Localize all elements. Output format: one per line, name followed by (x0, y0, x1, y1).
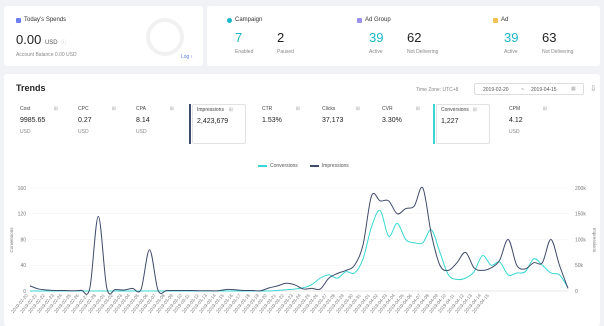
metric-tile-cpc[interactable]: CPC ⊞ 0.27 USD (74, 104, 128, 144)
metric-unit: USD (136, 129, 147, 135)
wallet-icon (16, 17, 21, 23)
info-icon[interactable]: ⊞ (416, 106, 420, 112)
metric-value: 1,227 (441, 118, 459, 125)
info-icon[interactable]: ⊞ (543, 106, 547, 112)
info-icon[interactable]: ⊞ (229, 107, 233, 113)
metric-label: Clicks (322, 106, 336, 112)
trends-title: Trends (16, 83, 46, 93)
legend-conversions[interactable]: Conversions (258, 163, 298, 169)
start-date[interactable]: 2019-02-20 (483, 87, 509, 93)
ad-icon (493, 17, 498, 23)
spends-value: 0.00 USD ⓘ (16, 32, 67, 47)
info-icon[interactable]: ⊞ (473, 107, 477, 113)
download-icon[interactable]: ⇩ (590, 84, 597, 93)
adgroup-icon (357, 17, 362, 23)
campaign-paused-count[interactable]: 2 (277, 30, 284, 45)
ad-active-count[interactable]: 39 (504, 30, 518, 45)
metric-tile-cvr[interactable]: CVR ⊞ 3.30% (378, 104, 432, 144)
metric-label: CVR (382, 106, 393, 112)
metric-value: 9985.65 (20, 117, 46, 124)
metric-value: 4.12 (509, 117, 523, 124)
end-date[interactable]: 2019-04-15 (531, 87, 557, 93)
adgroup-notdelivering-count[interactable]: 62 (407, 30, 421, 45)
campaign-title: Campaign (227, 17, 262, 23)
range-separator: ~ (521, 87, 524, 93)
metric-label: CPA (136, 106, 146, 112)
timezone-label: Time Zone: UTC+8 (416, 87, 459, 93)
metric-label: Impressions (197, 107, 224, 113)
info-icon[interactable]: ⊞ (112, 106, 116, 112)
ad-active-label: Active (504, 49, 518, 55)
legend-conversions-swatch (258, 165, 267, 167)
metric-label: Cost (20, 106, 31, 112)
spend-ring-icon (146, 18, 184, 56)
info-icon[interactable]: ⊞ (170, 106, 174, 112)
metric-label: CPC (78, 106, 89, 112)
account-balance: Account Balance 0.00 USD (16, 52, 77, 58)
metric-tile-impressions[interactable]: Impressions ⊞ 2,423,679 (192, 104, 246, 144)
ad-notdelivering-label: Not Delivering (542, 49, 574, 55)
metric-label: CPM (509, 106, 521, 112)
campaign-paused-label: Paused (277, 49, 294, 55)
metric-unit: USD (509, 129, 520, 135)
metric-value: 8.14 (136, 117, 150, 124)
date-range-picker[interactable]: 2019-02-20 ~ 2019-04-15 ▦ (474, 83, 584, 95)
metric-value: 37,173 (322, 117, 344, 124)
adgroup-notdelivering-label: Not Delivering (407, 49, 439, 55)
metric-tile-cost[interactable]: Cost ⊞ 9985.65 USD (16, 104, 70, 144)
ad-notdelivering-count[interactable]: 63 (542, 30, 556, 45)
metric-tile-clicks[interactable]: Clicks ⊞ 37,173 (318, 104, 372, 144)
metric-label: Conversions (441, 107, 469, 113)
metric-tile-conversions[interactable]: Conversions ⊞ 1,227 (436, 104, 490, 144)
overview-card: Campaign 7 Enabled 2 Paused Ad Group 39 … (207, 6, 600, 66)
metric-unit: USD (20, 129, 31, 135)
info-icon[interactable]: ⊞ (54, 106, 58, 112)
log-link[interactable]: Log › (181, 54, 192, 60)
metric-value: 3.30% (382, 117, 402, 124)
campaign-enabled-count[interactable]: 7 (235, 30, 242, 45)
metric-tile-cpm[interactable]: CPM ⊞ 4.12 USD (505, 104, 559, 144)
metric-unit: USD (78, 129, 89, 135)
metric-tile-cpa[interactable]: CPA ⊞ 8.14 USD (132, 104, 186, 144)
adgroup-active-label: Active (369, 49, 383, 55)
conversions-indicator (433, 104, 435, 144)
campaign-enabled-label: Enabled (235, 49, 254, 55)
metric-value: 1.53% (262, 117, 282, 124)
ad-title: Ad (493, 17, 508, 23)
metric-label: CTR (262, 106, 273, 112)
metric-value: 2,423,679 (197, 118, 229, 125)
calendar-icon[interactable]: ▦ (571, 86, 576, 92)
legend-impressions[interactable]: Impressions (309, 163, 349, 169)
campaign-icon (227, 17, 232, 23)
spends-card: Today's Spends 0.00 USD ⓘ Account Balanc… (4, 6, 203, 66)
legend-impressions-swatch (309, 165, 319, 167)
metric-value: 0.27 (78, 117, 92, 124)
info-icon[interactable]: ⊞ (296, 106, 300, 112)
spends-title: Today's Spends (16, 17, 66, 23)
chart-legend: Conversions Impressions (258, 163, 349, 169)
info-icon[interactable]: ⊞ (356, 106, 360, 112)
metric-tile-ctr[interactable]: CTR ⊞ 1.53% (258, 104, 312, 144)
impressions-indicator (189, 104, 191, 144)
adgroup-active-count[interactable]: 39 (369, 30, 383, 45)
info-icon[interactable]: ⓘ (61, 40, 66, 46)
adgroup-title: Ad Group (357, 17, 391, 23)
